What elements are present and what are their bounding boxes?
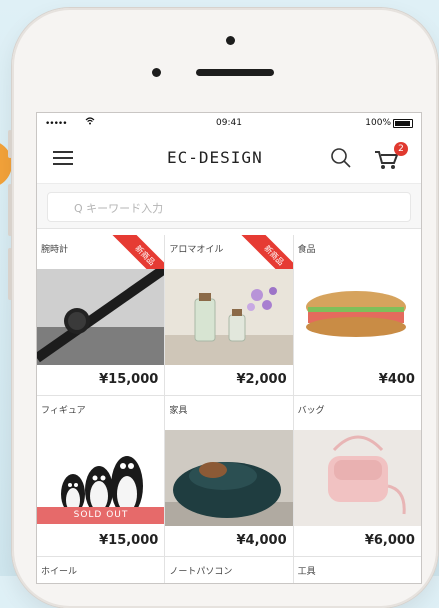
product-row: ホイール ノートパソコン 工具 [37, 557, 421, 583]
product-name: ノートパソコン [169, 567, 233, 577]
product-name: フィギュア [41, 406, 86, 416]
product-image-bag [293, 430, 421, 526]
cart-count-badge: 2 [394, 142, 408, 156]
volume-down-button [8, 248, 12, 300]
product-card-laptop[interactable]: ノートパソコン [165, 557, 294, 583]
product-row: 腕時計 新商品 ¥15,000 アロマオイル 新商品 ¥2,000 食品 ¥40… [37, 235, 421, 396]
front-camera [226, 36, 235, 45]
menu-icon[interactable] [53, 151, 73, 165]
volume-up-button [8, 184, 12, 236]
product-card-wheel[interactable]: ホイール [37, 557, 166, 583]
search-icon[interactable] [329, 146, 353, 170]
product-row: フィギュア SOLD OUT ¥15,000 家具 ¥4,000 バッグ ¥6,… [37, 396, 421, 557]
product-price: ¥4,000 [236, 533, 287, 548]
product-card-aroma-oil[interactable]: アロマオイル 新商品 ¥2,000 [165, 235, 294, 395]
site-logo[interactable]: EC-DESIGN [167, 148, 263, 167]
product-card-figure[interactable]: フィギュア SOLD OUT ¥15,000 [37, 396, 166, 556]
product-name: アロマオイル [169, 245, 224, 255]
product-card-tools[interactable]: 工具 [293, 557, 421, 583]
product-price: ¥15,000 [99, 533, 159, 548]
product-card-watch[interactable]: 腕時計 新商品 ¥15,000 [37, 235, 166, 395]
product-name: バッグ [297, 406, 325, 416]
product-image-furniture [165, 430, 293, 526]
search-placeholder: Q キーワード入力 [74, 202, 164, 215]
product-name: 腕時計 [41, 245, 69, 255]
status-bar: ••••• 09:41 100% [37, 113, 421, 133]
mute-switch [8, 130, 12, 158]
product-card-bag[interactable]: バッグ ¥6,000 [293, 396, 421, 556]
earpiece-speaker [196, 69, 274, 76]
battery-icon [393, 119, 413, 128]
product-grid: 腕時計 新商品 ¥15,000 アロマオイル 新商品 ¥2,000 食品 ¥40… [37, 235, 421, 583]
proximity-sensor [152, 68, 161, 77]
product-image-food [293, 269, 421, 365]
search-bar: Q キーワード入力 [37, 184, 421, 229]
phone-screen: ••••• 09:41 100% EC-DESIGN 2 Q キーワード入力 腕… [36, 112, 422, 584]
product-image-watch [37, 269, 165, 365]
product-price: ¥2,000 [236, 372, 287, 387]
product-card-food[interactable]: 食品 ¥400 [293, 235, 421, 395]
product-name: 工具 [297, 567, 316, 577]
search-input[interactable]: Q キーワード入力 [47, 192, 411, 222]
product-image-aroma-oil [165, 269, 293, 365]
battery-percent: 100% [365, 118, 391, 128]
product-price: ¥15,000 [99, 372, 159, 387]
product-name: 食品 [297, 245, 316, 255]
product-price: ¥400 [378, 372, 415, 387]
app-header: EC-DESIGN 2 [37, 133, 421, 184]
status-time: 09:41 [216, 118, 242, 128]
product-card-furniture[interactable]: 家具 ¥4,000 [165, 396, 294, 556]
sold-out-label: SOLD OUT [37, 507, 165, 524]
product-price: ¥6,000 [364, 533, 415, 548]
product-name: 家具 [169, 406, 188, 416]
product-name: ホイール [41, 567, 78, 577]
